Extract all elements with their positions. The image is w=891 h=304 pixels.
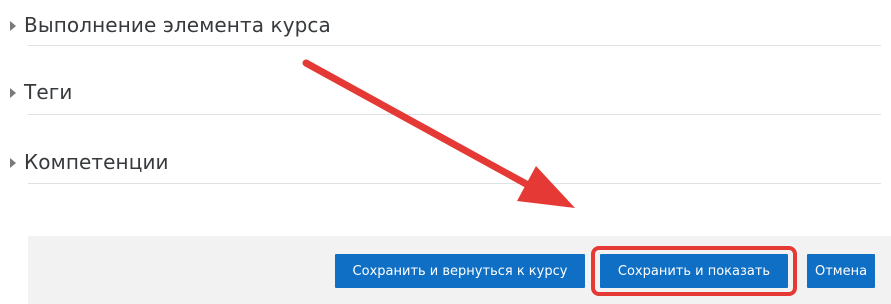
section-activity-completion[interactable]: Выполнение элемента курса [10,5,881,45]
chevron-right-icon [10,157,16,168]
section-title: Компетенции [24,150,169,174]
chevron-right-icon [10,87,16,98]
cancel-button[interactable]: Отмена [807,254,875,288]
divider [28,183,881,184]
section-tags[interactable]: Теги [10,72,881,112]
activity-settings-page: Выполнение элемента курса Теги Компетенц… [0,0,891,304]
section-title: Выполнение элемента курса [24,13,331,37]
save-and-display-button[interactable]: Сохранить и показать [600,254,788,288]
section-competencies[interactable]: Компетенции [10,142,881,182]
divider [28,45,881,46]
save-and-return-button[interactable]: Сохранить и вернуться к курсу [335,254,585,288]
section-title: Теги [24,80,73,104]
chevron-right-icon [10,20,16,31]
divider [28,114,881,115]
